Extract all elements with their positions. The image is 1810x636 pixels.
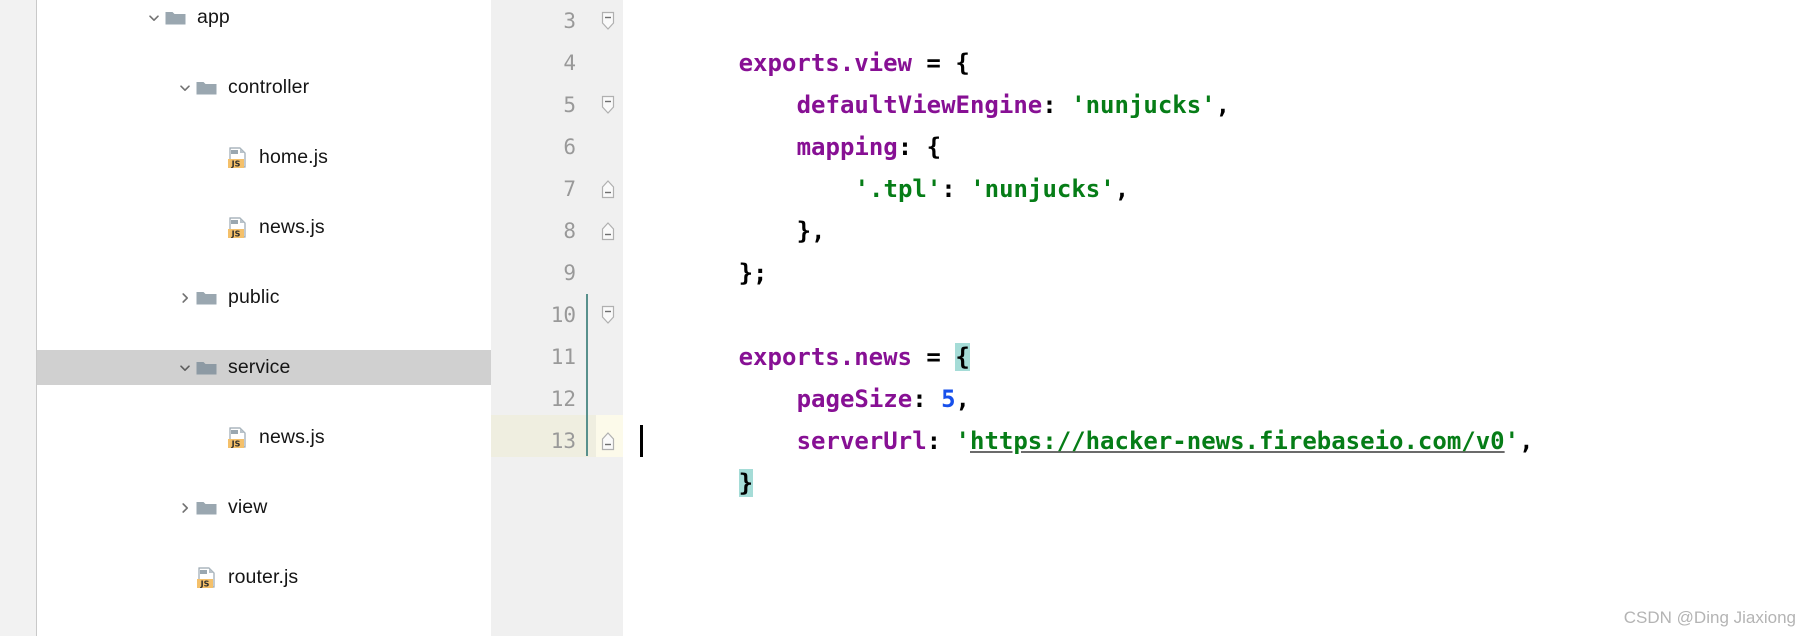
line-number: 5: [563, 93, 576, 117]
chevron-right-icon[interactable]: [174, 280, 196, 315]
code-token-quote: ': [1504, 427, 1520, 455]
line-number: 6: [563, 135, 576, 159]
tree-node-label: controller: [228, 76, 310, 98]
fold-marker-expanded-icon[interactable]: [599, 84, 617, 126]
svg-text:JS: JS: [200, 579, 210, 588]
line-number: 3: [563, 9, 576, 33]
line-number: 11: [550, 345, 576, 369]
tree-node-label: router.js: [228, 566, 299, 588]
tree-node-label: news.js: [259, 426, 325, 448]
tool-window-rail: [0, 0, 37, 636]
code-token-punctuation: ,: [1519, 427, 1534, 455]
folder-icon: [165, 630, 190, 636]
chevron-down-icon[interactable]: [174, 70, 196, 105]
text-caret: [640, 425, 643, 457]
folder-icon: [165, 0, 190, 35]
line-number: 9: [563, 261, 576, 285]
fold-marker-end-icon[interactable]: [599, 168, 617, 210]
line-number: 12: [550, 387, 576, 411]
svg-text:JS: JS: [231, 159, 241, 168]
watermark-text: CSDN @Ding Jiaxiong: [1623, 608, 1796, 627]
tree-node-config[interactable]: config: [37, 630, 491, 636]
fold-marker-expanded-icon[interactable]: [599, 0, 617, 42]
code-token-punctuation: };: [738, 259, 768, 287]
js-file-icon: JS: [227, 210, 252, 245]
code-token-punctuation: :: [941, 175, 971, 203]
svg-text:JS: JS: [231, 229, 241, 238]
tree-node-label: app: [197, 6, 230, 28]
tree-node-home-js[interactable]: JS home.js: [37, 140, 491, 175]
code-token-punctuation: :: [1042, 91, 1072, 119]
line-number: 4: [563, 51, 576, 75]
code-token-property: serverUrl: [796, 427, 927, 455]
code-token-quote: ': [955, 427, 970, 455]
folder-icon: [196, 490, 221, 525]
fold-marker-end-icon[interactable]: [599, 420, 617, 462]
code-token-string: 'nunjucks': [1071, 91, 1216, 119]
fold-marker-expanded-icon[interactable]: [599, 294, 617, 336]
folder-icon: [196, 350, 221, 385]
line-number: 7: [563, 177, 576, 201]
code-token-punctuation: },: [796, 217, 826, 245]
code-token-punctuation: ,: [1215, 91, 1231, 119]
ide-window: app controller JS home.js JS news.js pub…: [0, 0, 1810, 636]
code-token-punctuation: :: [926, 427, 956, 455]
code-token-punctuation: ,: [1114, 175, 1130, 203]
js-file-icon: JS: [227, 420, 252, 455]
code-token-matched-brace: }: [738, 469, 754, 497]
tree-node-label: public: [228, 286, 280, 308]
tree-node-controller[interactable]: controller: [37, 70, 491, 105]
tree-node-service-news-js[interactable]: JS news.js: [37, 420, 491, 455]
tree-node-label: service: [228, 356, 291, 378]
code-token-url-literal[interactable]: https://hacker-news.firebaseio.com/v0: [970, 427, 1505, 455]
code-content[interactable]: exports.view = { defaultViewEngine: 'nun…: [623, 0, 1810, 636]
chevron-down-icon[interactable]: [143, 630, 165, 636]
tree-node-label: news.js: [259, 216, 325, 238]
chevron-down-icon[interactable]: [143, 0, 165, 35]
chevron-down-icon[interactable]: [174, 350, 196, 385]
svg-text:JS: JS: [231, 439, 241, 448]
line-number: 10: [550, 303, 576, 327]
code-token-string-key: '.tpl': [854, 175, 942, 203]
tree-node-label: view: [228, 496, 268, 518]
js-file-icon: JS: [196, 560, 221, 595]
folder-icon: [196, 70, 221, 105]
tree-node-label: home.js: [259, 146, 328, 168]
js-file-icon: JS: [227, 140, 252, 175]
tree-node-controller-news-js[interactable]: JS news.js: [37, 210, 491, 245]
tree-node-service[interactable]: service: [37, 350, 491, 385]
indent-guide-active: [586, 294, 588, 456]
tree-node-router-js[interactable]: JS router.js: [37, 560, 491, 595]
folder-icon: [196, 280, 221, 315]
tree-node-view[interactable]: view: [37, 490, 491, 525]
chevron-right-icon[interactable]: [174, 490, 196, 525]
fold-marker-end-icon[interactable]: [599, 210, 617, 252]
tree-node-app[interactable]: app: [37, 0, 491, 35]
code-token-string: 'nunjucks': [970, 175, 1115, 203]
line-number: 13: [550, 429, 576, 453]
tree-node-public[interactable]: public: [37, 280, 491, 315]
line-number: 8: [563, 219, 576, 243]
editor-pane[interactable]: 3 4 5 6 7 8 9 10 11 12 13 exports.view =…: [491, 0, 1810, 636]
project-tool-window[interactable]: app controller JS home.js JS news.js pub…: [37, 0, 491, 636]
